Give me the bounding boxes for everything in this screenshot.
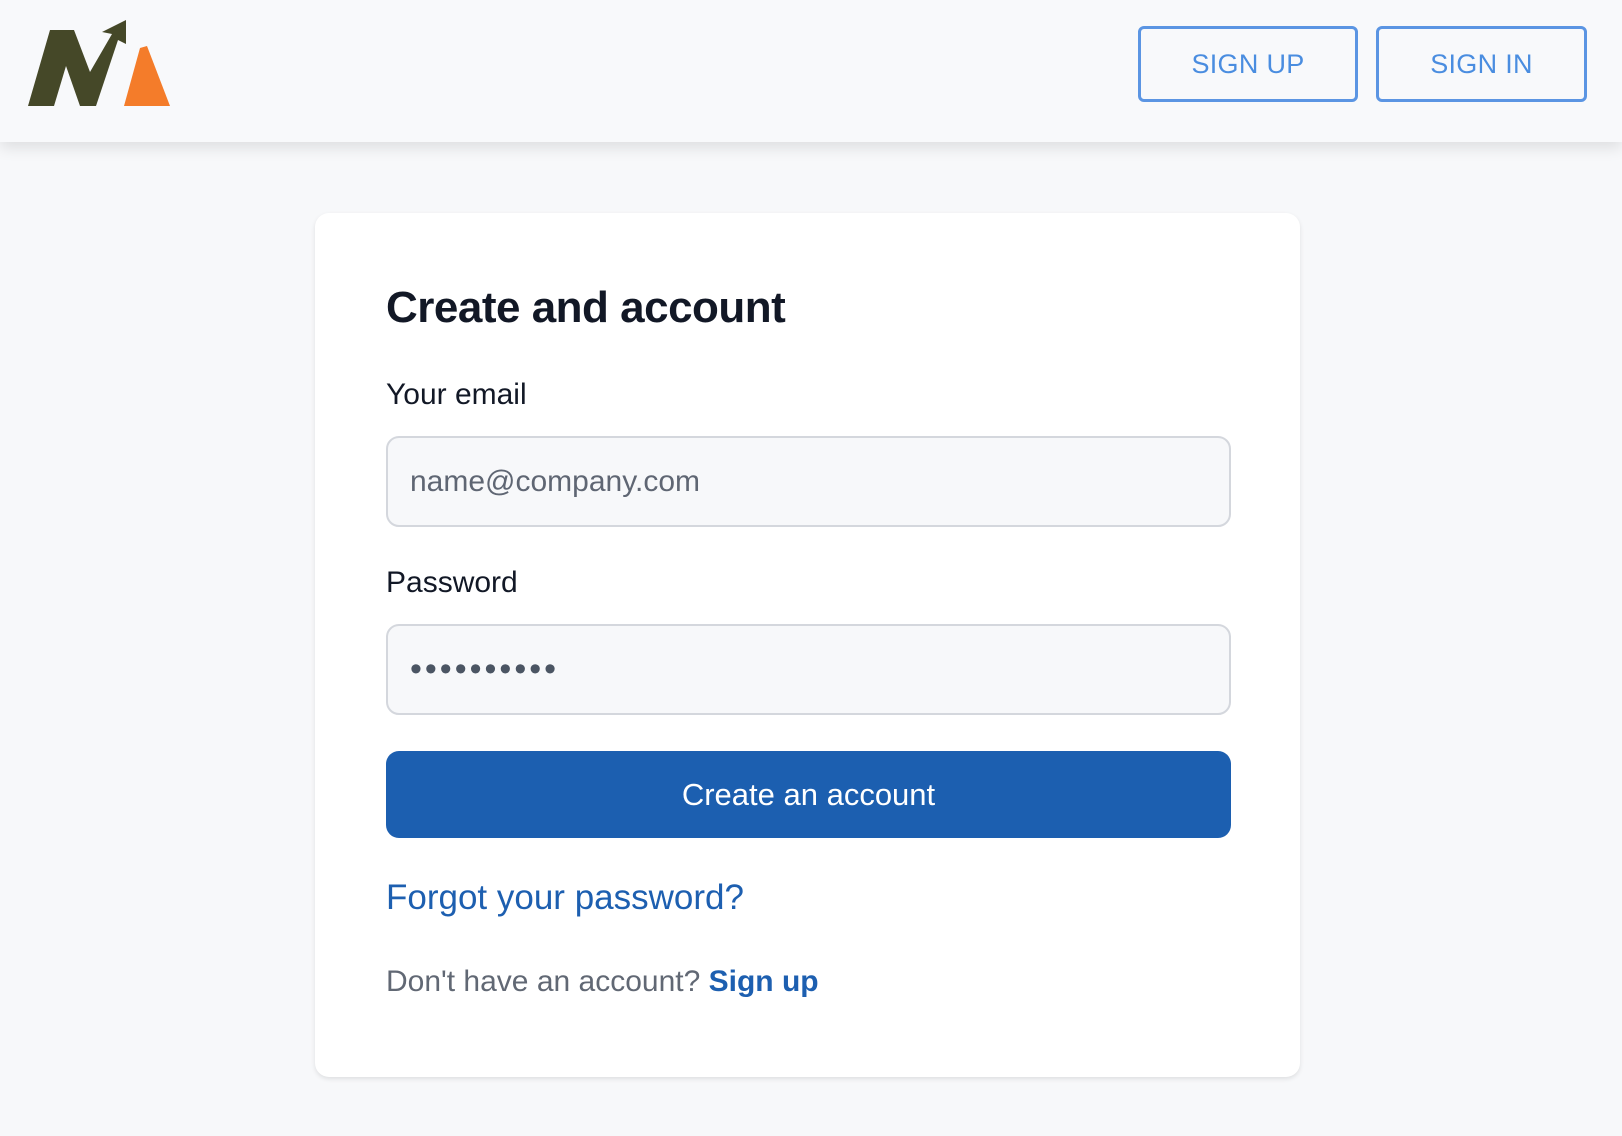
signup-card: Create and account Your email Password C…	[315, 213, 1300, 1077]
no-account-text: Don't have an account?	[386, 965, 701, 998]
password-label: Password	[386, 566, 518, 599]
header-signup-button[interactable]: SIGN UP	[1138, 26, 1358, 102]
password-input[interactable]	[386, 624, 1231, 715]
top-header: SIGN UP SIGN IN	[0, 0, 1622, 142]
form-title: Create and account	[386, 283, 786, 332]
header-signin-button[interactable]: SIGN IN	[1376, 26, 1587, 102]
email-label: Your email	[386, 378, 527, 411]
brand-logo-icon[interactable]	[28, 20, 170, 110]
email-input[interactable]	[386, 436, 1231, 527]
create-account-button[interactable]: Create an account	[386, 751, 1231, 838]
signup-link[interactable]: Sign up	[709, 965, 819, 998]
signup-prompt: Don't have an account? Sign up	[386, 965, 819, 999]
forgot-password-link[interactable]: Forgot your password?	[386, 878, 744, 918]
